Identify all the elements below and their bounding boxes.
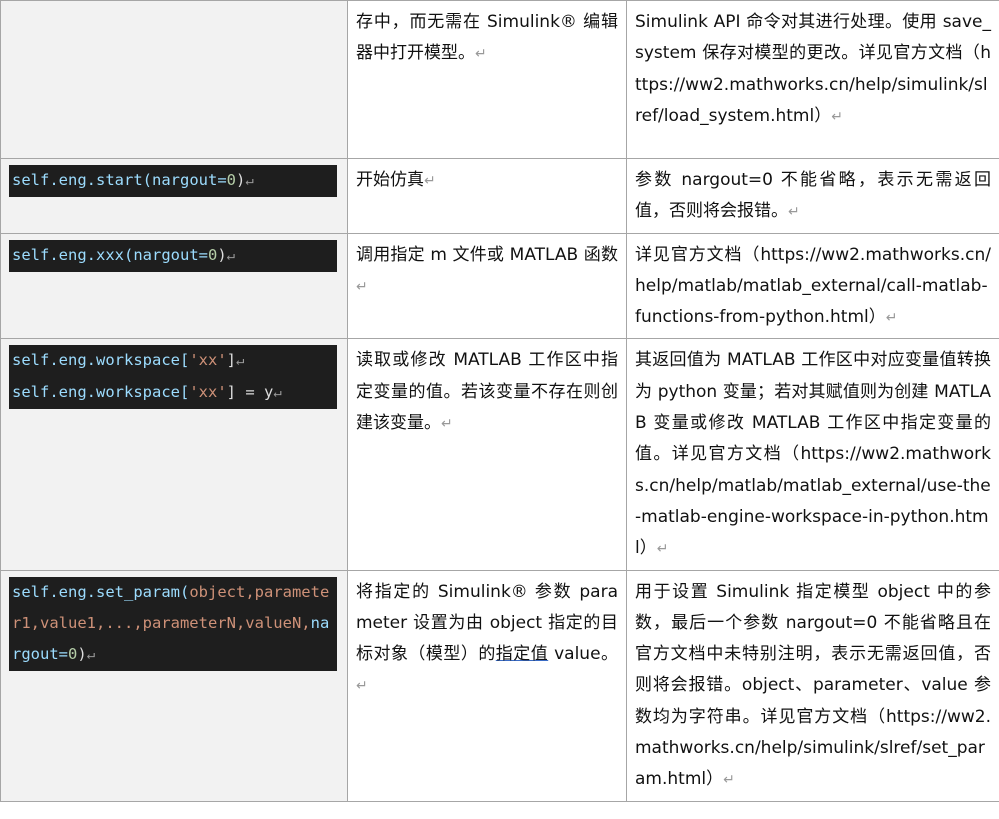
code-cell	[0, 0, 348, 159]
paragraph-mark: ↵	[723, 772, 735, 789]
paragraph-mark: ↵	[356, 278, 368, 295]
notes-text: Simulink API 命令对其进行处理。使用 save_system 保存对…	[635, 12, 991, 126]
description-text: 调用指定 m 文件或 MATLAB 函数	[356, 244, 618, 265]
api-reference-table: 存中，而无需在 Simulink® 编辑器中打开模型。↵ Simulink AP…	[0, 0, 999, 802]
description-text: 读取或修改 MATLAB 工作区中指定变量的值。若该变量不存在则创建该变量。	[356, 350, 618, 434]
table-row: self.eng.workspace['xx']↵ self.eng.works…	[0, 338, 999, 571]
paragraph-mark: ↵	[245, 173, 254, 189]
description-cell: 读取或修改 MATLAB 工作区中指定变量的值。若该变量不存在则创建该变量。↵	[347, 338, 627, 571]
code-token: ]	[226, 351, 236, 370]
code-token: self.eng.	[12, 383, 96, 402]
notes-text: 用于设置 Simulink 指定模型 object 中的参数，最后一个参数 na…	[635, 581, 991, 790]
notes-cell: 详见官方文档（https://ww2.mathworks.cn/help/mat…	[626, 232, 999, 340]
description-cell: 开始仿真↵	[347, 158, 627, 234]
paragraph-mark: ↵	[885, 310, 898, 327]
paragraph-mark: ↵	[788, 204, 800, 221]
code-cell: self.eng.xxx(nargout=0)↵	[0, 232, 348, 340]
code-token: workspace[	[96, 351, 190, 370]
code-snippet: self.eng.workspace['xx']↵ self.eng.works…	[9, 345, 337, 410]
code-line: self.eng.workspace['xx'] = y↵	[12, 377, 334, 409]
code-token: 'xx'	[189, 383, 227, 402]
code-cell: self.eng.workspace['xx']↵ self.eng.works…	[0, 338, 348, 571]
paragraph-mark: ↵	[441, 416, 453, 433]
code-token: self.eng.	[12, 351, 96, 370]
code-token: 0	[68, 644, 78, 663]
code-token: self.eng.	[12, 171, 96, 189]
code-token: ] = y	[226, 383, 274, 402]
notes-cell: Simulink API 命令对其进行处理。使用 save_system 保存对…	[626, 0, 999, 159]
paragraph-mark: ↵	[424, 173, 436, 189]
paragraph-mark: ↵	[475, 46, 487, 63]
code-token: )	[77, 644, 87, 663]
notes-cell: 用于设置 Simulink 指定模型 object 中的参数，最后一个参数 na…	[626, 569, 999, 802]
table-row: self.eng.start(nargout=0)↵ 开始仿真↵ 参数 narg…	[0, 158, 999, 234]
paragraph-mark: ↵	[236, 353, 245, 370]
code-snippet: self.eng.set_param(object,parameter1,val…	[9, 576, 337, 671]
paragraph-mark: ↵	[226, 247, 236, 264]
notes-cell: 其返回值为 MATLAB 工作区中对应变量值转换为 python 变量；若对其赋…	[626, 338, 999, 571]
notes-text: 详见官方文档（https://ww2.mathworks.cn/help/mat…	[635, 244, 991, 328]
description-text: 存中，而无需在 Simulink® 编辑器中打开模型。	[356, 12, 618, 64]
code-token: 0	[226, 171, 236, 189]
code-token: self.eng.	[12, 582, 96, 601]
table-row: 存中，而无需在 Simulink® 编辑器中打开模型。↵ Simulink AP…	[0, 0, 999, 159]
paragraph-mark: ↵	[656, 541, 669, 558]
code-token: nargout=	[152, 171, 227, 189]
code-token: nargout=	[133, 245, 208, 264]
code-token: self.eng.	[12, 245, 96, 264]
code-token: )	[217, 245, 227, 264]
notes-text: 其返回值为 MATLAB 工作区中对应变量值转换为 python 变量；若对其赋…	[635, 350, 991, 559]
code-token: xxx(	[96, 245, 134, 264]
paragraph-mark: ↵	[273, 385, 282, 402]
code-token: workspace[	[96, 383, 190, 402]
description-cell: 将指定的 Simulink® 参数 parameter 设置为由 object …	[347, 569, 627, 802]
description-text: 开始仿真	[356, 170, 424, 190]
code-token: 'xx'	[189, 351, 227, 370]
code-token: start(	[96, 171, 152, 189]
table-row: self.eng.xxx(nargout=0)↵ 调用指定 m 文件或 MATL…	[0, 232, 999, 340]
table-row: self.eng.set_param(object,parameter1,val…	[0, 569, 999, 802]
paragraph-mark: ↵	[831, 108, 843, 125]
underlined-term: 指定值	[495, 644, 549, 665]
notes-cell: 参数 nargout=0 不能省略，表示无需返回值，否则将会报错。↵	[626, 158, 999, 234]
description-cell: 调用指定 m 文件或 MATLAB 函数 ↵	[347, 232, 627, 340]
code-token: set_param(	[96, 582, 190, 601]
paragraph-mark: ↵	[86, 646, 96, 663]
code-token: )	[236, 171, 246, 189]
code-snippet: self.eng.xxx(nargout=0)↵	[9, 239, 337, 272]
code-cell: self.eng.set_param(object,parameter1,val…	[0, 569, 348, 802]
notes-text: 参数 nargout=0 不能省略，表示无需返回值，否则将会报错。	[635, 170, 991, 222]
code-cell: self.eng.start(nargout=0)↵	[0, 158, 348, 234]
code-token: 0	[207, 245, 218, 264]
paragraph-mark: ↵	[356, 678, 368, 695]
description-cell: 存中，而无需在 Simulink® 编辑器中打开模型。↵	[347, 0, 627, 159]
description-text: value。	[548, 644, 619, 665]
code-snippet: self.eng.start(nargout=0)↵	[9, 165, 337, 197]
code-line: self.eng.workspace['xx']↵	[12, 345, 334, 377]
